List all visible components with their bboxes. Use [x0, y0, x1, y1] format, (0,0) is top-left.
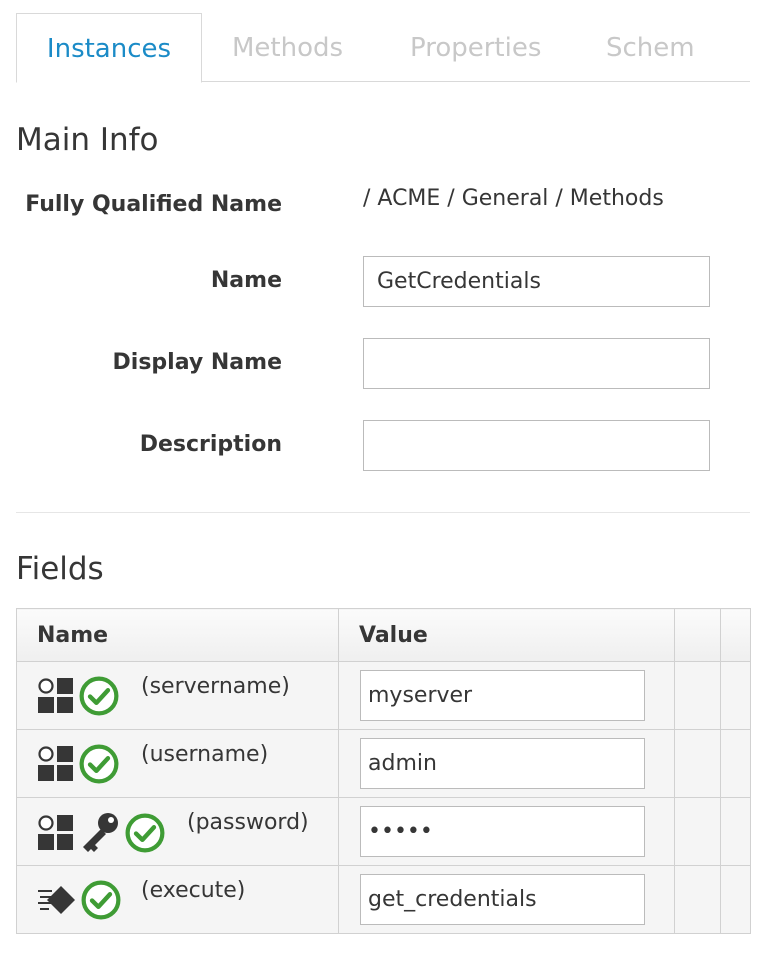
servername-value-input[interactable]: [360, 670, 645, 721]
username-value-input[interactable]: [360, 738, 645, 789]
field-value-cell: [338, 661, 675, 730]
extra-cell: [674, 865, 721, 934]
extra-cell: [674, 661, 721, 730]
description-label: Description: [139, 432, 282, 457]
column-header-name[interactable]: Name: [16, 608, 339, 662]
column-header-extra: [720, 608, 751, 662]
key-icon: [83, 813, 118, 852]
field-name: (username): [141, 742, 269, 767]
table-row: (servername): [16, 661, 751, 730]
valid-check-icon: [79, 744, 119, 784]
attribute-icon: [37, 814, 75, 852]
method-icon: [37, 885, 76, 915]
extra-cell: [720, 865, 751, 934]
description-input[interactable]: [363, 420, 710, 471]
column-header-extra: [674, 608, 721, 662]
tab-properties[interactable]: Properties: [410, 13, 541, 82]
field-name-cell: (execute): [16, 865, 339, 934]
tab-instances[interactable]: Instances: [16, 13, 202, 83]
field-name-cell: (servername): [16, 661, 339, 730]
field-value-cell: [338, 865, 675, 934]
display-name-label: Display Name: [112, 350, 282, 375]
valid-check-icon: [125, 813, 165, 853]
field-name: (servername): [141, 674, 290, 699]
field-value-cell: [338, 729, 675, 798]
extra-cell: [720, 729, 751, 798]
field-name-cell: (password): [16, 797, 339, 866]
tab-bar: Instances Methods Properties Schem: [16, 13, 750, 83]
tab-methods[interactable]: Methods: [232, 13, 343, 82]
extra-cell: [720, 661, 751, 730]
password-value-input[interactable]: [360, 806, 645, 857]
attribute-icon: [37, 745, 75, 783]
execute-value-input[interactable]: [360, 874, 645, 925]
attribute-icon: [37, 677, 75, 715]
fqn-value: / ACME / General / Methods: [363, 186, 664, 211]
extra-cell: [674, 729, 721, 798]
extra-cell: [674, 797, 721, 866]
field-value-cell: [338, 797, 675, 866]
fields-table: Name Value (servername) myserver (userna…: [16, 608, 751, 934]
table-row: (password): [16, 797, 751, 866]
fqn-label: Fully Qualified Name: [25, 192, 282, 217]
table-row: (execute): [16, 865, 751, 934]
valid-check-icon: [79, 676, 119, 716]
column-header-value[interactable]: Value: [338, 608, 675, 662]
valid-check-icon: [81, 880, 121, 920]
field-name: (execute): [141, 878, 246, 903]
main-info-heading: Main Info: [16, 122, 159, 158]
tab-schema[interactable]: Schem: [606, 13, 695, 82]
extra-cell: [720, 797, 751, 866]
section-divider: [16, 512, 750, 513]
display-name-input[interactable]: [363, 338, 710, 389]
field-name: (password): [187, 810, 309, 835]
name-label: Name: [210, 268, 282, 293]
table-row: (username): [16, 729, 751, 798]
fields-heading: Fields: [16, 551, 104, 587]
name-input[interactable]: [363, 256, 710, 307]
field-name-cell: (username): [16, 729, 339, 798]
